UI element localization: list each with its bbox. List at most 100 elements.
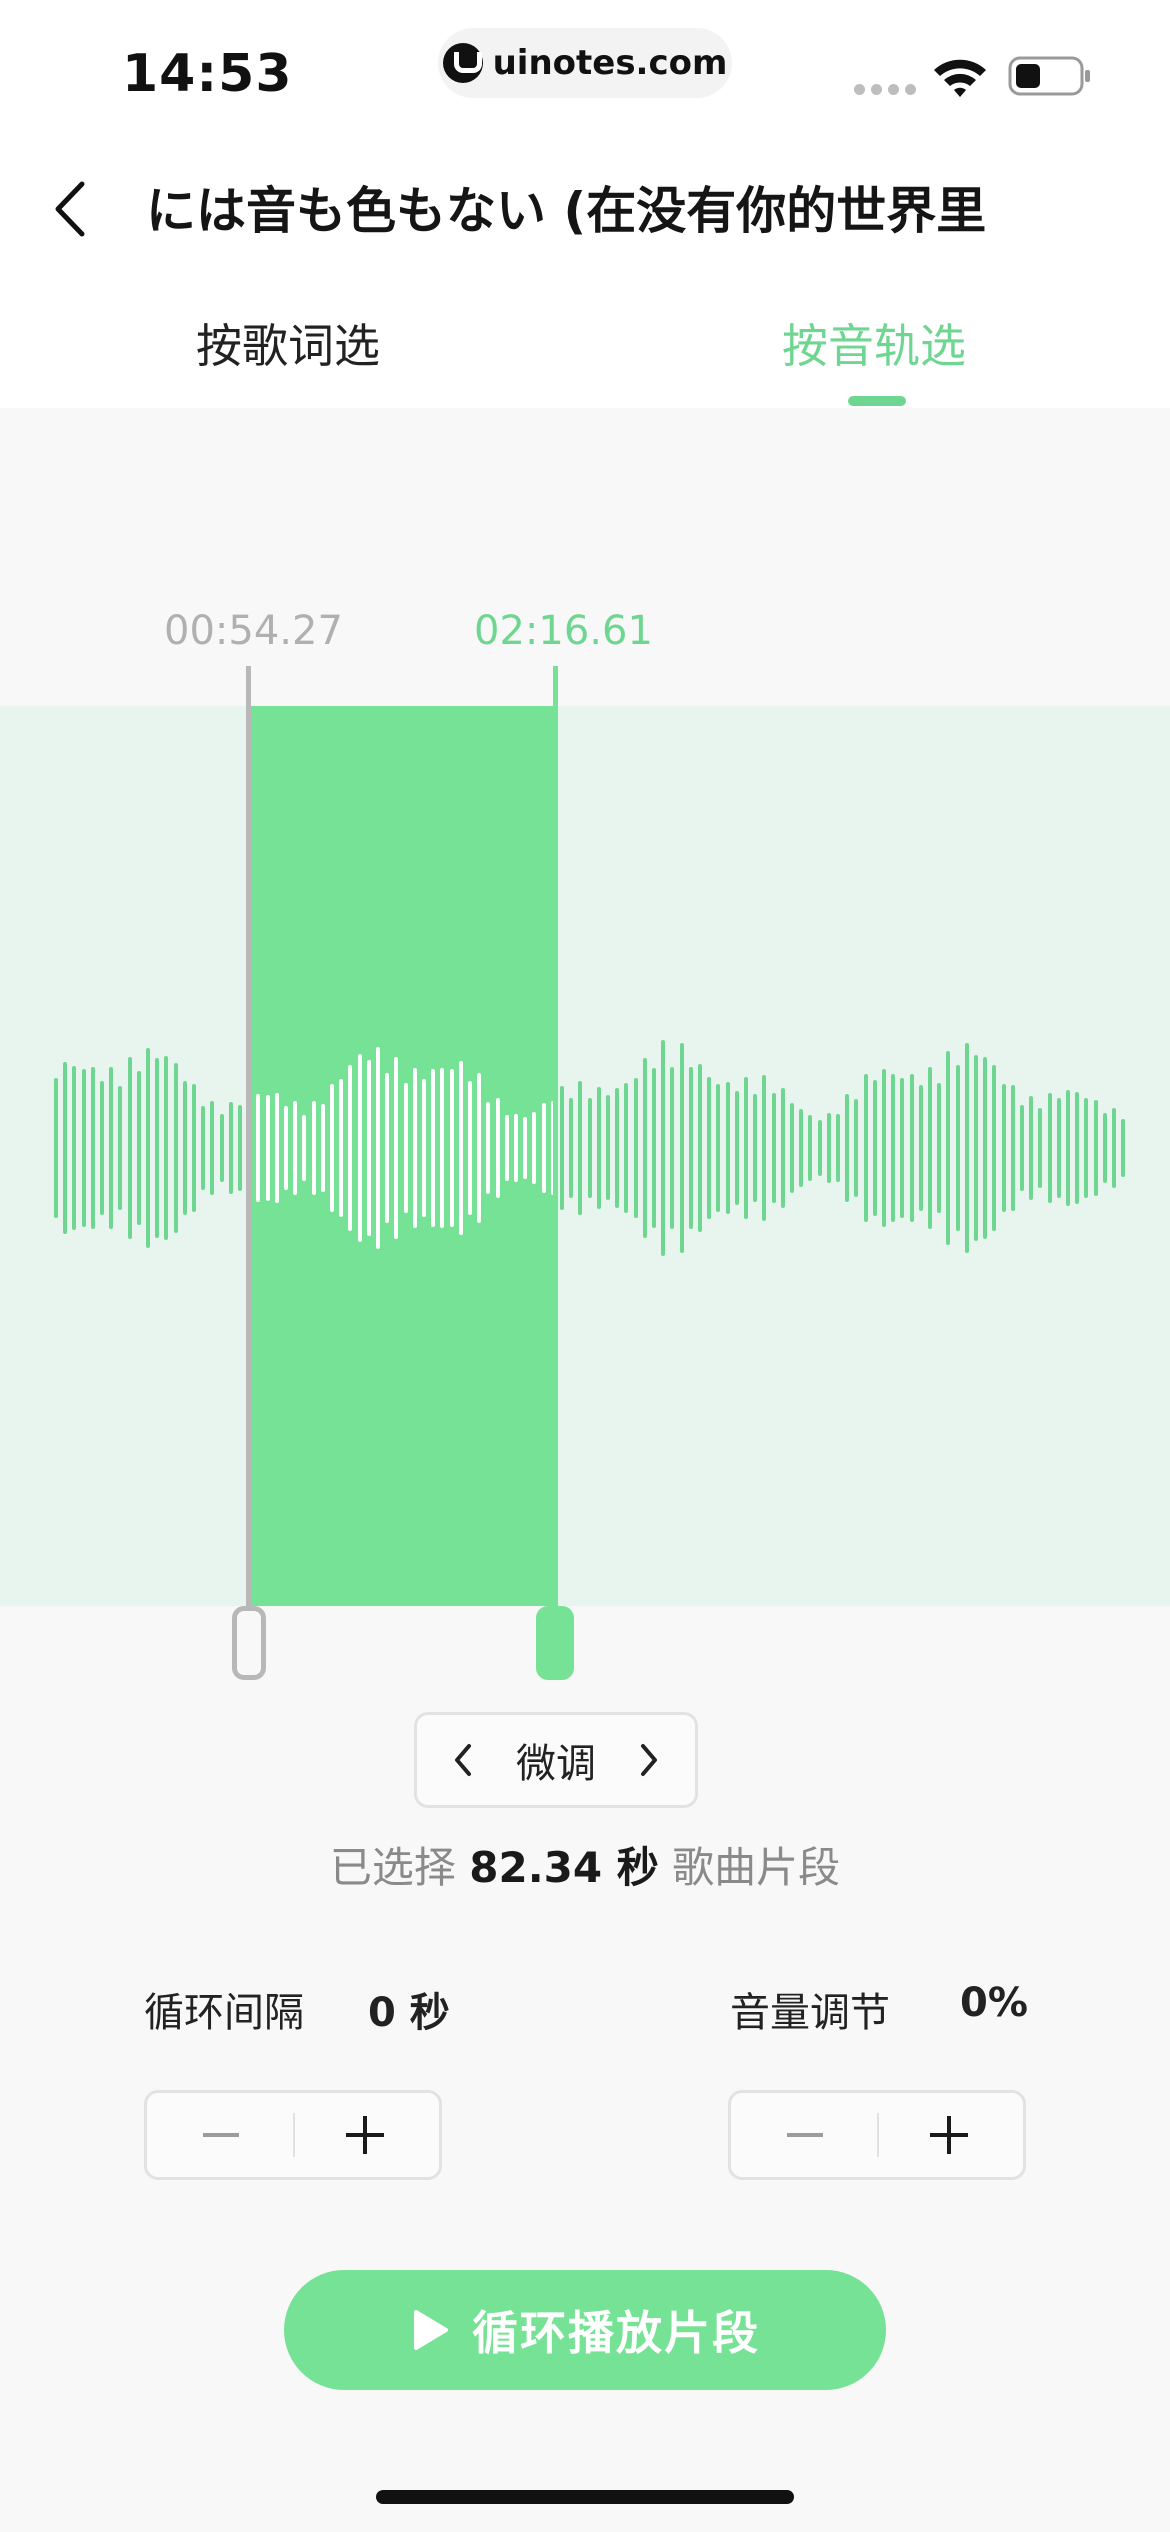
waveform-bar	[90, 1067, 95, 1229]
waveform-bar	[72, 1066, 77, 1230]
waveform-bar	[523, 1116, 528, 1180]
chevron-left-icon[interactable]	[46, 174, 96, 244]
waveform-bar	[366, 1060, 371, 1236]
home-indicator	[376, 2490, 794, 2504]
waveform-bar	[652, 1067, 656, 1229]
tab-active-indicator	[848, 396, 906, 406]
waveform-bar	[992, 1064, 997, 1232]
minus-icon	[787, 2133, 823, 2137]
loop-play-button[interactable]: 循环播放片段	[284, 2270, 886, 2390]
end-drag-handle[interactable]	[536, 1606, 574, 1680]
waveform-bar	[983, 1056, 988, 1240]
waveform-bar	[357, 1053, 362, 1243]
start-handle-line	[246, 666, 251, 1606]
loop-interval-increase-button[interactable]	[291, 2093, 439, 2177]
waveform-bar	[274, 1093, 279, 1203]
signal-icon	[854, 84, 916, 95]
chevron-left-icon[interactable]	[451, 1740, 475, 1780]
waveform-bar	[606, 1095, 610, 1201]
loop-interval-value: 0 秒	[368, 1990, 450, 2036]
waveform-bar	[532, 1111, 537, 1185]
loop-interval-decrease-button[interactable]	[147, 2093, 295, 2177]
waveform-bar	[1056, 1097, 1061, 1199]
waveform-bar	[560, 1085, 564, 1211]
waveform-bar	[495, 1097, 500, 1199]
waveform-bar	[541, 1102, 546, 1194]
waveform-bar	[615, 1088, 620, 1208]
waveform-bar	[955, 1064, 960, 1232]
chevron-right-icon[interactable]	[637, 1740, 661, 1780]
waveform-bar	[909, 1074, 914, 1222]
plus-icon	[346, 2116, 384, 2154]
selection-summary: 已选择 82.34 秒 歌曲片段	[0, 1834, 1170, 1895]
waveform-bar	[1121, 1119, 1126, 1177]
waveform-bar	[918, 1085, 923, 1211]
minus-icon	[203, 2133, 239, 2137]
waveform-bar	[725, 1082, 730, 1214]
url-pill[interactable]: uinotes.com	[438, 28, 732, 98]
waveform-bar	[734, 1091, 739, 1205]
tab-bar: 按歌词选 按音轨选	[0, 280, 1170, 408]
waveform-bar	[845, 1093, 850, 1203]
waveform-bar	[385, 1073, 390, 1223]
volume-increase-button[interactable]	[875, 2093, 1023, 2177]
waveform-bar	[1093, 1099, 1098, 1197]
waveform-bar	[661, 1039, 666, 1257]
waveform-bar	[587, 1097, 592, 1199]
wifi-icon	[934, 59, 986, 97]
waveform-bar	[394, 1056, 399, 1240]
waveform-bar	[238, 1105, 242, 1191]
waveform-bar	[882, 1069, 886, 1227]
tab-by-track[interactable]: 按音轨选	[782, 310, 966, 376]
waveform-bar	[127, 1057, 132, 1239]
waveform-bar	[688, 1067, 693, 1229]
waveform-bar	[854, 1098, 859, 1198]
status-bar: 14:53 uinotes.com	[0, 0, 1170, 130]
waveform-bar	[872, 1080, 877, 1216]
waveform-bar	[679, 1042, 684, 1254]
selection-duration: 82.34 秒	[469, 1843, 659, 1892]
waveform-bar	[1001, 1083, 1006, 1213]
waveform-bar	[698, 1063, 702, 1233]
waveform-bar	[1084, 1098, 1089, 1198]
waveform-bar	[1075, 1092, 1080, 1204]
waveform-bar	[504, 1114, 509, 1182]
waveform-bar	[1102, 1112, 1107, 1183]
waveform-bar	[790, 1102, 794, 1194]
fine-tune-label: 微调	[516, 1741, 596, 1787]
waveform-bar	[311, 1100, 316, 1196]
waveform-bar	[900, 1078, 905, 1218]
nav-bar: には音も色もない (在没有你的世界里	[0, 130, 1170, 280]
site-logo-icon	[442, 43, 483, 83]
waveform-bar	[412, 1067, 417, 1229]
waveform-bar	[974, 1054, 978, 1242]
tab-by-lyrics[interactable]: 按歌词选	[196, 310, 380, 376]
waveform-bar	[569, 1098, 574, 1198]
waveform-bar	[863, 1073, 868, 1223]
waveform-bar	[219, 1114, 224, 1182]
start-drag-handle[interactable]	[232, 1606, 266, 1680]
waveform-bar	[826, 1113, 831, 1183]
waveform-bar	[808, 1115, 813, 1181]
battery-icon	[1008, 56, 1090, 96]
waveform-bar	[624, 1082, 629, 1214]
waveform-bar	[201, 1106, 206, 1190]
waveform-bar	[578, 1081, 583, 1215]
waveform-bar	[284, 1106, 288, 1190]
waveform-bar	[753, 1093, 758, 1203]
waveform-bar	[155, 1057, 160, 1239]
waveform-bar	[348, 1064, 353, 1232]
waveform-bar	[109, 1066, 114, 1230]
screen: 14:53 uinotes.com には音も色もない (在没有你的世界里 按歌词…	[0, 0, 1170, 2532]
waveform-bar	[54, 1077, 58, 1219]
waveform-bar	[468, 1080, 472, 1216]
waveform-area: 00:54.27 02:16.61	[0, 408, 1170, 1680]
waveform-bar	[1029, 1095, 1034, 1201]
waveform-bar	[302, 1115, 307, 1181]
waveform-bar	[1038, 1107, 1043, 1189]
volume-decrease-button[interactable]	[731, 2093, 879, 2177]
volume-stepper	[728, 2090, 1026, 2180]
waveform-bar	[799, 1108, 804, 1188]
waveform-bar	[817, 1120, 822, 1176]
waveform-bar	[228, 1102, 233, 1194]
